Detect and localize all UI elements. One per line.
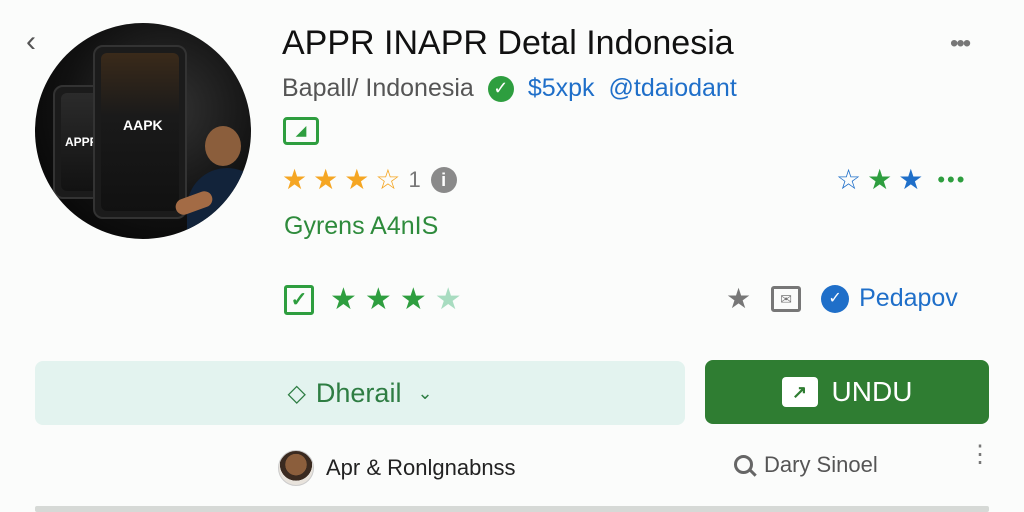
rating-count: 1 <box>408 166 421 192</box>
favorite-star-icon[interactable]: ★ <box>726 282 751 315</box>
app-hero-image: APPR AAPK <box>35 23 251 239</box>
bottom-divider <box>35 506 989 512</box>
tag-icon: ◢ <box>283 117 319 145</box>
chevron-left-icon: ‹ <box>26 25 36 58</box>
more-options-button[interactable]: ••• <box>950 30 971 58</box>
search-icon <box>734 455 757 477</box>
info-icon[interactable]: i <box>430 166 457 193</box>
action-icons: ★ ✉ ✓ Pedapov <box>726 282 958 315</box>
install-icon: ↗ <box>781 377 818 407</box>
search-link[interactable]: Dary Sinoel <box>734 452 878 478</box>
star-icon: ★ <box>313 164 339 195</box>
back-button[interactable]: ‹ <box>26 25 54 58</box>
secondary-rating: ☆ ★ ★ ••• <box>836 163 966 196</box>
chevron-down-icon: ⌄ <box>417 382 433 403</box>
author-name: Apr & Ronlgnabnss <box>326 455 516 480</box>
detail-button[interactable]: ◇ Dherail ⌄ <box>35 361 685 425</box>
checkbox-icon[interactable]: ✓ <box>284 284 314 315</box>
search-label: Dary Sinoel <box>764 452 878 477</box>
app-title: APPR INAPR Detal Indonesia <box>282 24 734 62</box>
star-icon[interactable]: ★ <box>400 282 427 317</box>
vertical-dots-icon: ⋮ <box>968 441 992 468</box>
verified-badge-icon: ✓ <box>821 284 850 313</box>
avatar <box>278 450 314 486</box>
mail-icon[interactable]: ✉ <box>771 285 802 312</box>
star-outline-icon: ☆ <box>375 164 401 195</box>
category-label: Gyrens A4nIS <box>284 212 439 240</box>
star-icon[interactable]: ★ <box>365 282 392 317</box>
rate-row: ✓ ★ ★ ★ ★ <box>284 282 462 317</box>
install-button-label: UNDU <box>831 376 913 407</box>
developer-link[interactable]: ✓ Pedapov <box>821 284 958 313</box>
developer-label: Pedapov <box>859 284 958 312</box>
verified-icon: ✓ <box>487 75 514 102</box>
price-label: $5xpk <box>527 74 595 102</box>
footer-more-button[interactable]: ⋮ <box>968 443 992 467</box>
star-icon: ★ <box>282 164 308 195</box>
author-row[interactable]: Apr & Ronlgnabnss <box>278 450 516 486</box>
star-icon[interactable]: ★ <box>435 282 462 317</box>
star-icon[interactable]: ★ <box>330 282 357 317</box>
more-dots-icon: ••• <box>950 30 971 57</box>
star-icon: ★ <box>344 164 370 195</box>
install-button[interactable]: ↗ UNDU <box>705 360 989 424</box>
person-head-graphic <box>205 126 241 166</box>
star-outline-icon: ☆ <box>836 164 862 195</box>
star-icon: ★ <box>867 164 893 195</box>
more-dots-icon[interactable]: ••• <box>937 167 966 193</box>
star-icon: ★ <box>898 164 924 195</box>
app-meta-row: Bapall/ Indonesia ✓ $5xpk @tdaiodant <box>282 74 737 103</box>
detail-button-label: Dherail <box>315 377 402 408</box>
handle-link[interactable]: @tdaiodant <box>609 74 737 103</box>
phone-graphic: AAPK <box>93 45 187 219</box>
publisher-link[interactable]: Bapall/ Indonesia <box>282 74 474 103</box>
tag-outline-icon: ◇ <box>287 379 306 407</box>
hero-logo: AAPK <box>123 117 163 133</box>
rating-row: ★ ★ ★ ☆ 1 i <box>282 163 457 196</box>
